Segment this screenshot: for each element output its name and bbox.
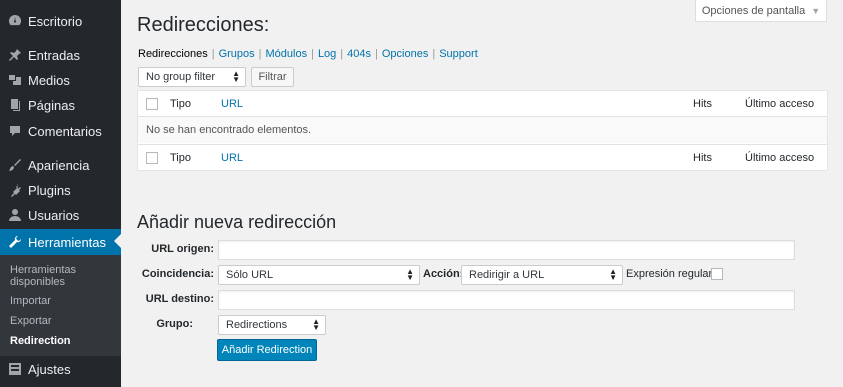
brush-icon: [8, 158, 22, 172]
caret-down-icon: ▼: [811, 5, 821, 16]
sidebar-item-escritorio[interactable]: Escritorio: [0, 9, 121, 33]
plugin-icon: [8, 183, 22, 197]
sidebar-item-plugins[interactable]: Plugins: [0, 178, 121, 202]
pages-icon: [8, 98, 22, 112]
group-filter-value: No group filter: [146, 71, 216, 83]
nav-grupos[interactable]: Grupos: [219, 48, 255, 60]
column-url-sort[interactable]: URL: [221, 98, 243, 110]
table-header-row: Tipo URL Hits Último acceso: [138, 91, 827, 117]
tools-submenu: Herramientas disponibles Importar Export…: [0, 255, 121, 356]
nav-redirecciones[interactable]: Redirecciones: [138, 48, 208, 60]
submenu-redirection[interactable]: Redirection: [10, 335, 71, 347]
nav-modulos[interactable]: Módulos: [266, 48, 308, 60]
main-content: Opciones de pantalla ▼ Redirecciones: Re…: [121, 0, 843, 387]
sidebar-item-herramientas[interactable]: Herramientas: [0, 229, 121, 255]
regex-label: Expresión regular:: [626, 268, 716, 280]
column-ultimo-acceso: Último acceso: [745, 97, 815, 110]
page-title: Redirecciones:: [137, 14, 270, 36]
column-tipo: Tipo: [170, 97, 191, 110]
select-all-checkbox[interactable]: [146, 97, 158, 110]
sidebar-item-paginas[interactable]: Páginas: [0, 93, 121, 117]
select-arrows-icon: ▲ ▼: [406, 267, 414, 282]
grupo-value: Redirections: [226, 319, 288, 331]
select-arrows-icon: ▲ ▼: [312, 317, 320, 332]
screen-options-button[interactable]: Opciones de pantalla ▼: [695, 0, 827, 22]
select-arrows-icon: ▲ ▼: [609, 267, 617, 282]
media-icon: [8, 73, 22, 87]
sidebar-item-entradas[interactable]: Entradas: [0, 43, 121, 67]
separator: |: [211, 48, 215, 60]
sidebar-item-label: Páginas: [28, 97, 75, 113]
sidebar-item-apariencia[interactable]: Apariencia: [0, 153, 121, 177]
coincidencia-select[interactable]: Sólo URL ▲ ▼: [218, 265, 420, 285]
filter-button[interactable]: Filtrar: [251, 67, 294, 87]
redirects-table: Tipo URL Hits Último acceso No se han en…: [137, 90, 828, 171]
wrench-icon: [8, 235, 22, 249]
coincidencia-value: Sólo URL: [226, 269, 274, 281]
column-hits: Hits: [693, 97, 712, 110]
accion-label: Acción:: [423, 268, 464, 280]
url-destino-label: URL destino:: [145, 293, 214, 305]
regex-checkbox[interactable]: [711, 268, 723, 280]
pin-icon: [8, 48, 22, 62]
accion-value: Redirigir a URL: [469, 269, 545, 281]
select-arrows-icon: ▲ ▼: [232, 69, 240, 84]
submenu-herramientas-disponibles[interactable]: Herramientas disponibles: [10, 264, 110, 288]
separator: |: [432, 48, 436, 60]
sidebar-item-label: Usuarios: [28, 207, 80, 223]
subsubsub-nav: Redirecciones | Grupos | Módulos | Log | 404s | Op…: [138, 48, 478, 60]
sidebar-item-label: Escritorio: [28, 13, 83, 29]
grupo-label: Grupo:: [156, 318, 193, 330]
separator: |: [375, 48, 378, 60]
screen-options-label: Opciones de pantalla: [701, 4, 806, 17]
nav-log[interactable]: Log: [318, 48, 336, 60]
add-redirect-title: Añadir nueva redirección: [137, 212, 337, 232]
user-icon: [8, 208, 22, 222]
dashboard-icon: [8, 14, 22, 28]
accion-select[interactable]: Redirigir a URL ▲ ▼: [461, 265, 623, 285]
sidebar-item-label: Ajustes: [28, 361, 71, 377]
separator: |: [340, 48, 344, 60]
sidebar-item-medios[interactable]: Medios: [0, 68, 121, 92]
coincidencia-label: Coincidencia:: [141, 268, 214, 280]
sidebar-item-label: Apariencia: [28, 157, 90, 173]
empty-message: No se han encontrado elementos.: [146, 124, 312, 136]
group-filter-select[interactable]: No group filter ▲ ▼: [138, 67, 246, 87]
column-tipo: Tipo: [170, 151, 191, 164]
sidebar-item-label: Herramientas: [28, 234, 107, 250]
column-hits: Hits: [693, 151, 712, 164]
submenu-importar[interactable]: Importar: [10, 295, 51, 307]
nav-404s[interactable]: 404s: [347, 48, 371, 60]
sidebar-item-comentarios[interactable]: Comentarios: [0, 119, 121, 143]
table-footer-row: Tipo URL Hits Último acceso: [138, 144, 827, 170]
nav-support[interactable]: Support: [439, 48, 478, 60]
separator: |: [258, 48, 262, 60]
separator: |: [311, 48, 314, 60]
grupo-select[interactable]: Redirections ▲ ▼: [218, 315, 326, 335]
sidebar-item-label: Comentarios: [28, 123, 102, 139]
add-redirection-button[interactable]: Añadir Redirection: [217, 339, 317, 361]
settings-icon: [8, 362, 22, 376]
sidebar-item-label: Entradas: [28, 47, 81, 63]
submenu-exportar[interactable]: Exportar: [10, 315, 52, 327]
url-origen-label: URL origen:: [151, 243, 214, 255]
table-empty-row: No se han encontrado elementos.: [138, 117, 827, 143]
url-destino-input[interactable]: [218, 290, 795, 310]
admin-sidebar: Escritorio Entradas Medios Páginas Comen…: [0, 0, 121, 387]
column-ultimo-acceso: Último acceso: [745, 151, 815, 164]
sidebar-item-label: Medios: [28, 72, 70, 88]
nav-opciones[interactable]: Opciones: [382, 48, 428, 60]
sidebar-item-ajustes[interactable]: Ajustes: [0, 357, 121, 381]
sidebar-item-label: Plugins: [28, 182, 71, 198]
column-url-sort[interactable]: URL: [221, 152, 243, 164]
sidebar-item-usuarios[interactable]: Usuarios: [0, 203, 121, 227]
select-all-checkbox-footer[interactable]: [146, 151, 158, 164]
url-origen-input[interactable]: [218, 240, 795, 260]
comment-icon: [8, 124, 22, 138]
